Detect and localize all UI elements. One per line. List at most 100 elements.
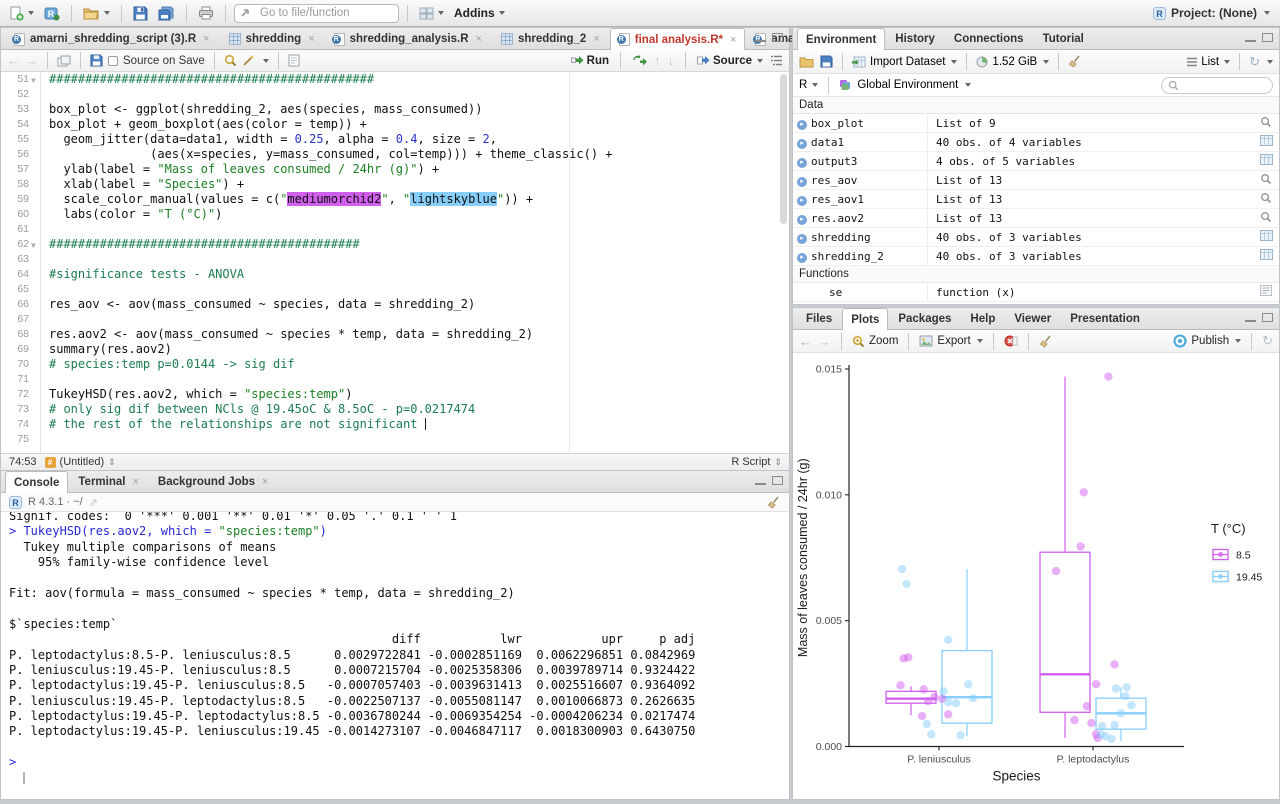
tab-plots[interactable]: Plots	[842, 308, 888, 330]
goto-file-box[interactable]	[234, 4, 399, 23]
console-output[interactable]: Signif. codes: 0 '***' 0.001 '**' 0.01 '…	[1, 512, 789, 800]
clear-console-broom-icon[interactable]	[767, 496, 781, 509]
close-tab-icon[interactable]: ×	[203, 33, 209, 45]
addins-button[interactable]: Addins	[451, 3, 508, 24]
go-prev-chunk-icon[interactable]: ↑	[654, 53, 661, 68]
maximize-pane-icon[interactable]	[772, 476, 783, 485]
close-tab-icon[interactable]: ×	[730, 34, 736, 46]
code-tools-wand-icon[interactable]	[242, 54, 256, 67]
tab-background-jobs[interactable]: Background Jobs×	[149, 471, 278, 492]
tab-connections[interactable]: Connections	[945, 28, 1033, 49]
view-data-icon[interactable]	[1253, 135, 1279, 149]
zoom-plot-button[interactable]: Zoom	[852, 335, 898, 348]
save-icon[interactable]	[90, 54, 103, 67]
next-plot-icon[interactable]: →	[818, 334, 831, 349]
open-file-button[interactable]	[80, 3, 113, 24]
env-row-shredding[interactable]: ▸shredding40 obs. of 3 variables	[793, 228, 1279, 247]
inspect-object-icon[interactable]	[1253, 116, 1279, 131]
environment-search-box[interactable]	[1161, 77, 1273, 94]
goto-file-input[interactable]	[258, 6, 383, 20]
env-row-box-plot[interactable]: ▸box_plotList of 9	[793, 114, 1279, 133]
load-workspace-icon[interactable]	[799, 55, 815, 68]
new-file-button[interactable]	[6, 3, 37, 24]
language-selector[interactable]: R	[799, 79, 818, 91]
document-outline-icon[interactable]	[770, 55, 783, 66]
tab-shredding-analysis-r[interactable]: shredding_analysis.R×	[325, 28, 491, 49]
env-row-res-aov[interactable]: ▸res_aovList of 13	[793, 171, 1279, 190]
maximize-pane-icon[interactable]	[772, 33, 783, 42]
expand-object-icon[interactable]: ▸	[793, 155, 811, 168]
tab-shredding-2[interactable]: shredding_2×	[492, 28, 609, 49]
clear-plots-broom-icon[interactable]	[1039, 335, 1053, 348]
previous-plot-icon[interactable]: ←	[799, 334, 812, 349]
env-row-data1[interactable]: ▸data140 obs. of 4 variables	[793, 133, 1279, 152]
refresh-plot-icon[interactable]: ↻	[1262, 333, 1273, 349]
open-in-new-icon[interactable]: ⇗	[89, 496, 98, 509]
expand-object-icon[interactable]: ▸	[793, 231, 811, 244]
inspect-object-icon[interactable]	[1253, 173, 1279, 188]
view-function-icon[interactable]	[1253, 285, 1279, 299]
expand-object-icon[interactable]: ▸	[793, 136, 811, 149]
maximize-pane-icon[interactable]	[1262, 313, 1273, 322]
back-icon[interactable]: ←	[7, 53, 20, 68]
rerun-icon[interactable]	[632, 55, 647, 66]
memory-usage-button[interactable]: 1.52 GiB	[976, 56, 1049, 68]
fold-arrow-icon[interactable]: ▼	[31, 73, 36, 88]
env-row-res-aov2[interactable]: ▸res.aov2List of 13	[793, 209, 1279, 228]
close-tab-icon[interactable]: ×	[132, 476, 138, 488]
project-menu-button[interactable]: R Project: (None)	[1153, 6, 1274, 20]
tab-files[interactable]: Files	[797, 308, 841, 329]
print-button[interactable]	[195, 3, 217, 24]
tab-environment[interactable]: Environment	[797, 28, 885, 50]
source-button[interactable]: Source	[697, 55, 763, 67]
minimize-pane-icon[interactable]	[755, 33, 766, 42]
section-selector[interactable]: # (Untitled) ⇕	[45, 456, 115, 468]
tab-packages[interactable]: Packages	[889, 308, 960, 329]
view-data-icon[interactable]	[1253, 249, 1279, 263]
popout-icon[interactable]	[57, 55, 71, 67]
save-button[interactable]	[130, 3, 151, 24]
save-all-button[interactable]	[155, 3, 178, 24]
close-tab-icon[interactable]: ×	[476, 33, 482, 45]
find-icon[interactable]	[224, 54, 237, 67]
filetype-selector[interactable]: R Script ⇕	[731, 456, 781, 468]
editor-scrollbar[interactable]	[780, 74, 787, 224]
env-row-se[interactable]: sefunction (x)	[793, 283, 1279, 302]
maximize-pane-icon[interactable]	[1262, 33, 1273, 42]
save-workspace-icon[interactable]	[820, 55, 833, 68]
list-view-button[interactable]: List	[1186, 56, 1230, 68]
expand-object-icon[interactable]: ▸	[793, 193, 811, 206]
expand-object-icon[interactable]: ▸	[793, 250, 811, 263]
tab-tutorial[interactable]: Tutorial	[1034, 28, 1093, 49]
close-tab-icon[interactable]: ×	[308, 33, 314, 45]
refresh-environment-icon[interactable]: ↻	[1249, 54, 1260, 70]
minimize-pane-icon[interactable]	[1245, 33, 1256, 42]
tab-presentation[interactable]: Presentation	[1061, 308, 1149, 329]
import-dataset-button[interactable]: Import Dataset	[852, 56, 957, 68]
console-cursor-line[interactable]	[9, 771, 789, 786]
env-row-output3[interactable]: ▸output34 obs. of 5 variables	[793, 152, 1279, 171]
compile-report-icon[interactable]	[288, 54, 300, 67]
forward-icon[interactable]: →	[25, 53, 38, 68]
export-plot-button[interactable]: Export	[919, 335, 982, 347]
run-button[interactable]: Run	[571, 55, 609, 67]
inspect-object-icon[interactable]	[1253, 192, 1279, 207]
new-project-button[interactable]: R	[41, 3, 63, 24]
scope-selector[interactable]: Global Environment	[839, 79, 971, 91]
fold-arrow-icon[interactable]: ▼	[31, 238, 36, 253]
tab-amarni-shredding-script-3-r[interactable]: amarni_shredding_script (3).R×	[5, 28, 219, 49]
minimize-pane-icon[interactable]	[1245, 313, 1256, 322]
minimize-pane-icon[interactable]	[755, 476, 766, 485]
env-row-res-aov1[interactable]: ▸res_aov1List of 13	[793, 190, 1279, 209]
view-data-icon[interactable]	[1253, 230, 1279, 244]
remove-plot-icon[interactable]	[1004, 334, 1018, 348]
tab-viewer[interactable]: Viewer	[1005, 308, 1060, 329]
pane-layout-button[interactable]	[416, 3, 447, 24]
clear-environment-broom-icon[interactable]	[1068, 55, 1082, 68]
close-tab-icon[interactable]: ×	[593, 33, 599, 45]
code-editor[interactable]: 51▼#####################################…	[1, 72, 789, 453]
tab-terminal[interactable]: Terminal×	[69, 471, 148, 492]
expand-object-icon[interactable]: ▸	[793, 212, 811, 225]
publish-button[interactable]: Publish	[1173, 334, 1241, 348]
tab-console[interactable]: Console	[5, 471, 68, 493]
